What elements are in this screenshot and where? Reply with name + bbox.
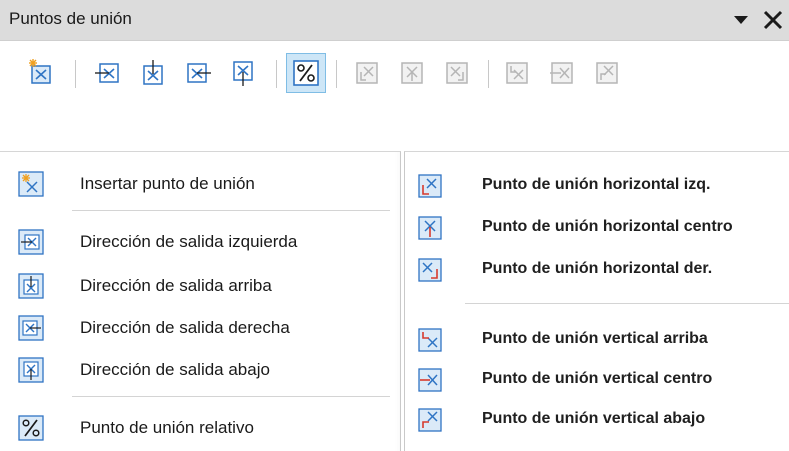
- menu-separator: [72, 396, 390, 397]
- menu-separator: [72, 210, 390, 211]
- glue-v-bottom-icon: [417, 407, 443, 433]
- glue-points-menu-right: Punto de unión horizontal izq. Punto de …: [404, 151, 789, 451]
- dropdown-triangle-icon[interactable]: [733, 15, 749, 25]
- toolbar-titlebar[interactable]: Puntos de unión: [0, 0, 789, 41]
- menu-item-insert-glue-point[interactable]: Insertar punto de unión: [0, 166, 400, 202]
- menu-item-glue-h-right[interactable]: Punto de unión horizontal der.: [405, 252, 789, 288]
- toolbar-separator: [75, 60, 76, 88]
- glue-points-menu-left: Insertar punto de unión Dirección de sal…: [0, 151, 401, 451]
- menu-item-label: Punto de unión vertical arriba: [482, 330, 708, 347]
- exit-bottom-button[interactable]: [223, 53, 263, 93]
- exit-right-icon: [18, 315, 44, 341]
- glue-horizontal-center-button[interactable]: [392, 53, 432, 93]
- glue-h-center-icon: [417, 215, 443, 241]
- exit-left-icon: [95, 63, 119, 83]
- exit-top-icon: [18, 273, 44, 299]
- glue-points-toolbar: Puntos de unión: [0, 0, 789, 106]
- menu-item-label: Punto de unión vertical centro: [482, 370, 713, 387]
- glue-h-right-icon: [417, 257, 443, 283]
- glue-horizontal-left-button[interactable]: [347, 53, 387, 93]
- menu-item-label: Dirección de salida izquierda: [80, 232, 298, 251]
- menu-item-label: Punto de unión horizontal izq.: [482, 176, 711, 193]
- toolbar-separator: [488, 60, 489, 88]
- glue-vertical-bottom-button[interactable]: [587, 53, 627, 93]
- exit-top-button[interactable]: [133, 53, 173, 93]
- exit-bottom-icon: [233, 61, 253, 86]
- exit-top-icon: [143, 60, 163, 85]
- exit-right-icon: [187, 63, 211, 83]
- menu-item-exit-right[interactable]: Dirección de salida derecha: [0, 310, 400, 346]
- menu-item-label: Dirección de salida derecha: [80, 318, 290, 337]
- menu-item-label: Punto de unión relativo: [80, 418, 254, 437]
- menu-item-label: Dirección de salida abajo: [80, 360, 270, 379]
- percent-icon: [293, 60, 319, 86]
- menu-item-label: Punto de unión horizontal der.: [482, 260, 713, 277]
- exit-bottom-icon: [18, 357, 44, 383]
- percent-icon: [18, 415, 44, 441]
- glue-h-right-icon: [446, 62, 468, 84]
- menu-item-glue-v-bottom[interactable]: Punto de unión vertical abajo: [405, 402, 789, 438]
- exit-right-button[interactable]: [178, 53, 218, 93]
- exit-left-icon: [18, 229, 44, 255]
- toolbar-title: Puntos de unión: [9, 9, 132, 28]
- glue-horizontal-right-button[interactable]: [437, 53, 477, 93]
- close-x-icon[interactable]: [762, 9, 784, 31]
- menu-item-label: Dirección de salida arriba: [80, 276, 272, 295]
- menu-item-glue-h-center[interactable]: Punto de unión horizontal centro: [405, 210, 789, 246]
- toolbar-separator: [276, 60, 277, 88]
- menu-item-exit-top[interactable]: Dirección de salida arriba: [0, 268, 400, 304]
- menu-item-label: Punto de unión vertical abajo: [482, 410, 706, 427]
- relative-glue-point-button[interactable]: [286, 53, 326, 93]
- menu-item-glue-v-center[interactable]: Punto de unión vertical centro: [405, 362, 789, 398]
- glue-v-center-icon: [417, 367, 443, 393]
- glue-h-left-icon: [417, 173, 443, 199]
- glue-v-top-icon: [506, 62, 528, 84]
- menu-item-glue-v-top[interactable]: Punto de unión vertical arriba: [405, 322, 789, 358]
- insert-glue-point-icon: [18, 171, 44, 197]
- menu-item-exit-left[interactable]: Dirección de salida izquierda: [0, 224, 400, 260]
- menu-item-glue-h-left[interactable]: Punto de unión horizontal izq.: [405, 168, 789, 204]
- glue-vertical-top-button[interactable]: [497, 53, 537, 93]
- menu-item-label: Insertar punto de unión: [80, 174, 255, 193]
- glue-v-top-icon: [417, 327, 443, 353]
- menu-item-relative-glue-point[interactable]: Punto de unión relativo: [0, 410, 400, 446]
- glue-vertical-center-button[interactable]: [542, 53, 582, 93]
- glue-h-left-icon: [356, 62, 378, 84]
- exit-left-button[interactable]: [88, 53, 128, 93]
- menu-item-exit-bottom[interactable]: Dirección de salida abajo: [0, 352, 400, 388]
- toolbar-separator: [336, 60, 337, 88]
- insert-glue-point-button[interactable]: [21, 53, 61, 93]
- glue-h-center-icon: [401, 62, 423, 84]
- glue-v-center-icon: [550, 62, 573, 84]
- glue-v-bottom-icon: [596, 62, 618, 84]
- insert-glue-point-icon: [29, 59, 51, 84]
- menu-separator: [465, 303, 789, 304]
- menu-item-label: Punto de unión horizontal centro: [482, 218, 733, 235]
